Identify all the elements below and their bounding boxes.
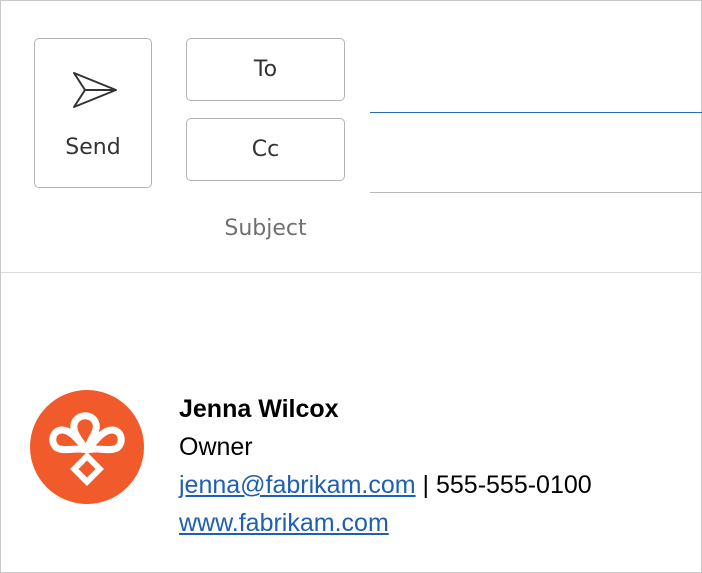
signature-separator: | — [415, 471, 436, 499]
signature-website-link[interactable]: www.fabrikam.com — [179, 509, 389, 537]
fabrikam-logo — [30, 390, 144, 504]
subject-field[interactable] — [370, 206, 694, 258]
to-button[interactable]: To — [186, 38, 345, 101]
cc-field[interactable] — [370, 130, 702, 193]
signature-phone: 555-555-0100 — [435, 471, 592, 499]
to-field[interactable] — [370, 50, 702, 113]
send-icon — [73, 72, 117, 108]
header-divider — [1, 272, 702, 273]
send-button[interactable]: Send — [34, 38, 152, 188]
signature-email-link[interactable]: jenna@fabrikam.com — [179, 471, 416, 499]
signature-title: Owner — [179, 433, 253, 461]
signature-contact-line: jenna@fabrikam.com | 555-555-0100 — [179, 471, 592, 500]
send-button-label: Send — [65, 135, 121, 160]
signature-name: Jenna Wilcox — [179, 395, 339, 423]
subject-label: Subject — [224, 216, 307, 241]
signature-website-line: www.fabrikam.com — [179, 509, 389, 538]
cc-button[interactable]: Cc — [186, 118, 345, 181]
compose-window: Send To Cc Subject Jenna Wilcox Owner je… — [0, 0, 702, 573]
